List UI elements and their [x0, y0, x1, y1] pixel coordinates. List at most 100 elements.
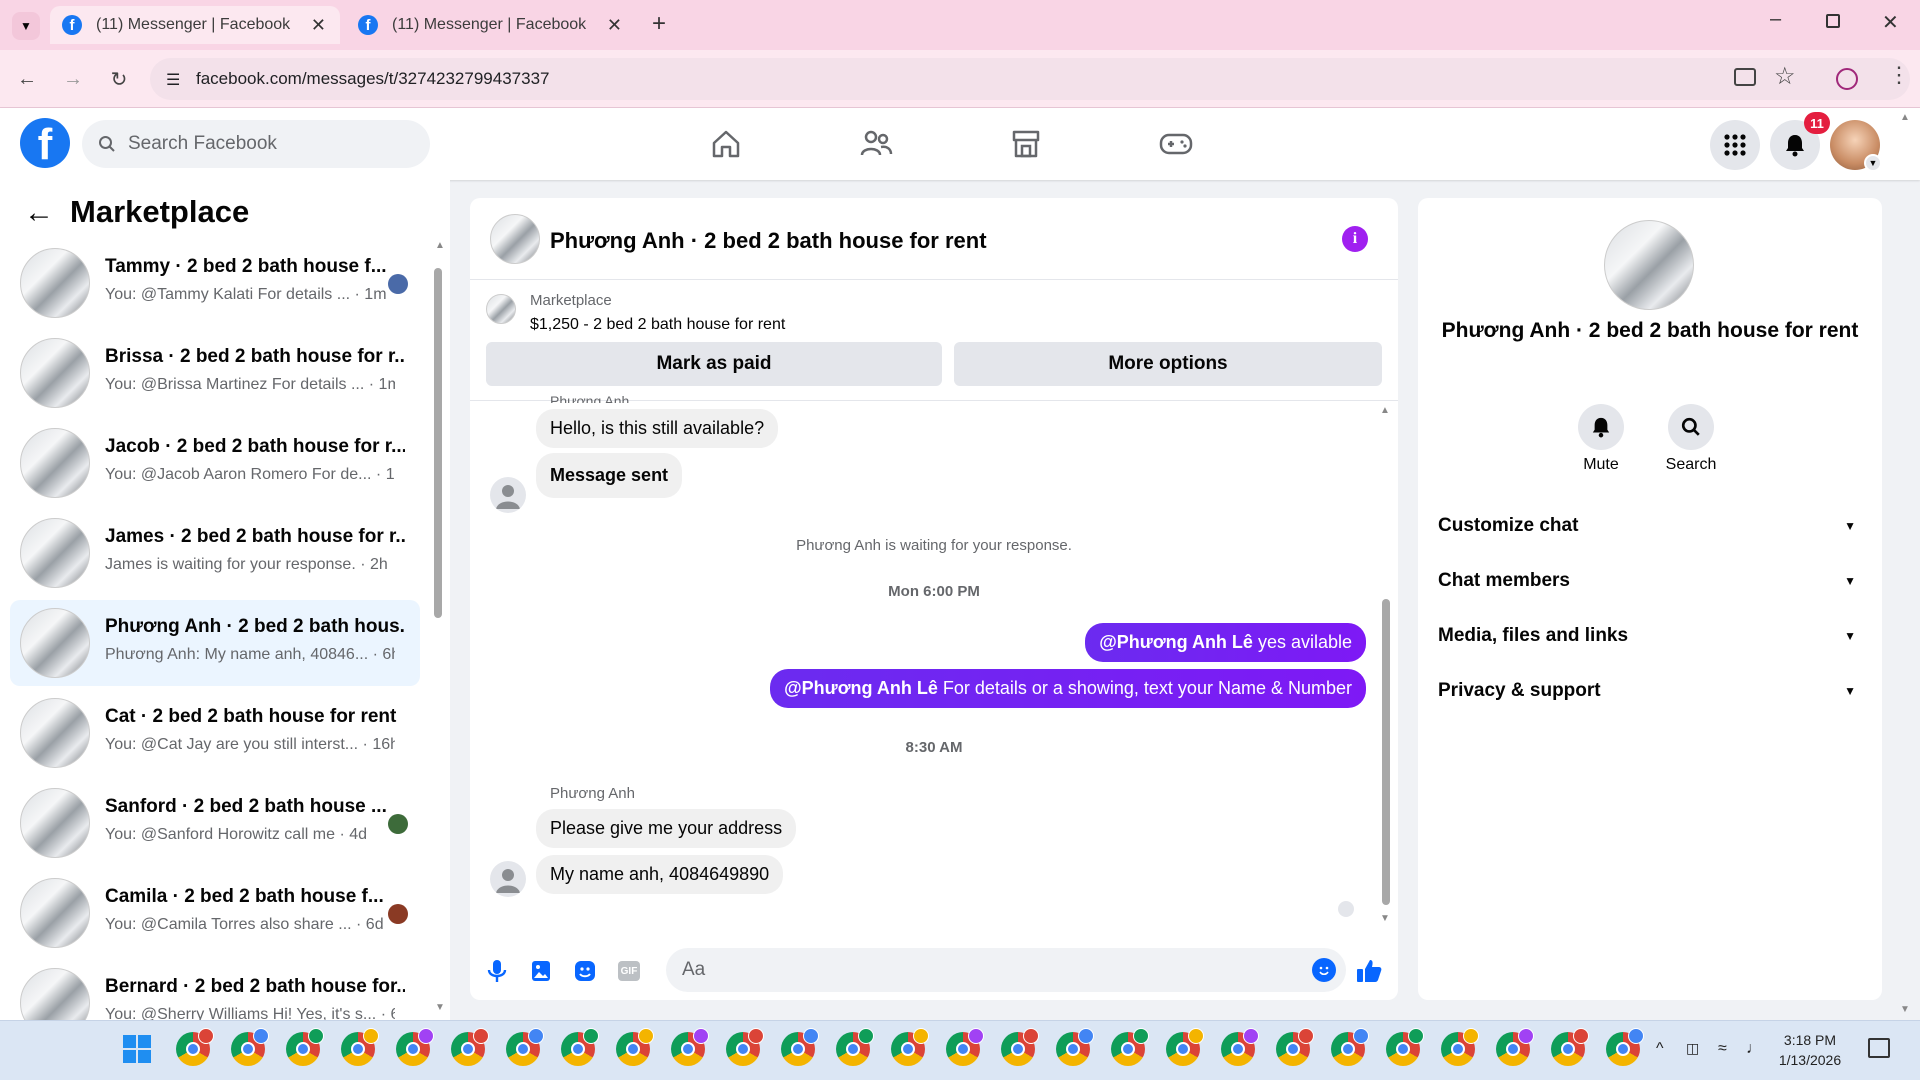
menu-grid-icon[interactable]	[1710, 120, 1760, 170]
close-window-button[interactable]: ✕	[1882, 10, 1899, 35]
mark-as-paid-button[interactable]: Mark as paid	[486, 342, 942, 386]
conversation-item[interactable]: Jacob · 2 bed 2 bath house for r... You: …	[10, 420, 420, 506]
photo-icon[interactable]	[526, 956, 556, 986]
chrome-profile-taskbar-icon[interactable]	[1386, 1028, 1424, 1066]
chrome-profile-taskbar-icon[interactable]	[671, 1028, 709, 1066]
gif-icon[interactable]: GIF	[614, 956, 644, 986]
chat-listing-thumbnail[interactable]	[490, 214, 540, 264]
chrome-profile-taskbar-icon[interactable]	[506, 1028, 544, 1066]
thumbs-up-icon[interactable]	[1354, 956, 1384, 986]
chrome-profile-taskbar-icon[interactable]	[836, 1028, 874, 1066]
chrome-profile-taskbar-icon[interactable]	[396, 1028, 434, 1066]
chrome-profile-taskbar-icon[interactable]	[1111, 1028, 1149, 1066]
marketplace-icon[interactable]	[998, 124, 1054, 164]
site-info-icon[interactable]: ☰	[166, 70, 180, 90]
more-options-button[interactable]: More options	[954, 342, 1382, 386]
profile-icon[interactable]	[1836, 68, 1858, 90]
listing-price[interactable]: $1,250 - 2 bed 2 bath house for rent	[530, 316, 785, 334]
details-listing-thumbnail[interactable]	[1604, 220, 1694, 310]
info-icon[interactable]: i	[1342, 226, 1368, 252]
volume-icon[interactable]: ♩	[1746, 1040, 1762, 1058]
chrome-profile-taskbar-icon[interactable]	[1496, 1028, 1534, 1066]
restore-window-button[interactable]	[1826, 14, 1840, 28]
tray-network-off-icon[interactable]: ◫	[1686, 1040, 1699, 1057]
url-field[interactable]: ☰ facebook.com/messages/t/32742327994373…	[150, 58, 1910, 100]
chrome-profile-taskbar-icon[interactable]	[1606, 1028, 1644, 1066]
incoming-message[interactable]: Message sent	[536, 453, 683, 498]
message-thread-scrollbar[interactable]: ▲ ▼	[1380, 405, 1392, 925]
back-arrow-icon[interactable]: ←	[12, 64, 42, 94]
wifi-icon[interactable]: ≈	[1718, 1040, 1727, 1058]
chrome-profile-taskbar-icon[interactable]	[1166, 1028, 1204, 1066]
chrome-profile-taskbar-icon[interactable]	[561, 1028, 599, 1066]
chrome-profile-taskbar-icon[interactable]	[781, 1028, 819, 1066]
conversation-item[interactable]: Brissa · 2 bed 2 bath house for r... You:…	[10, 330, 420, 416]
emoji-icon[interactable]	[1312, 958, 1336, 982]
conversation-item[interactable]: Tammy · 2 bed 2 bath house f... You: @Tam…	[10, 240, 420, 326]
page-scroll-down-icon[interactable]: ▼	[1900, 1004, 1910, 1015]
home-icon[interactable]	[698, 124, 754, 164]
chrome-profile-taskbar-icon[interactable]	[176, 1028, 214, 1066]
tab-messenger-second[interactable]: f (11) Messenger | Facebook ✕	[346, 6, 636, 44]
section-privacy-support[interactable]: Privacy & support ▼	[1438, 671, 1862, 711]
chrome-profile-taskbar-icon[interactable]	[1001, 1028, 1039, 1066]
notification-center-icon[interactable]	[1868, 1038, 1890, 1058]
reload-icon[interactable]: ↻	[104, 64, 134, 94]
chrome-profile-taskbar-icon[interactable]	[1221, 1028, 1259, 1066]
sender-avatar[interactable]	[490, 861, 526, 897]
incoming-message[interactable]: My name anh, 4084649890	[536, 855, 784, 894]
close-tab-icon[interactable]: ✕	[607, 15, 622, 36]
microphone-icon[interactable]	[482, 956, 512, 986]
outgoing-message[interactable]: @Phương Anh Lê For details or a showing,…	[770, 669, 1366, 708]
chrome-profile-taskbar-icon[interactable]	[1551, 1028, 1589, 1066]
install-app-icon[interactable]	[1734, 68, 1756, 86]
conversation-item[interactable]: Sanford · 2 bed 2 bath house ... You: @Sa…	[10, 780, 420, 866]
taskbar-clock[interactable]: 3:18 PM 1/13/2026	[1770, 1030, 1850, 1070]
mute-bell-icon[interactable]	[1578, 404, 1624, 450]
windows-start-icon[interactable]	[122, 1034, 152, 1064]
minimize-window-button[interactable]: –	[1770, 8, 1781, 31]
conversation-item[interactable]: Cat · 2 bed 2 bath house for rent You: @C…	[10, 690, 420, 776]
forward-arrow-icon[interactable]: →	[58, 64, 88, 94]
sender-avatar[interactable]	[490, 477, 526, 513]
message-input[interactable]: Aa	[666, 948, 1346, 992]
new-tab-button[interactable]: +	[652, 10, 666, 38]
outgoing-message[interactable]: @Phương Anh Lê yes avilable	[1085, 623, 1366, 662]
chrome-profile-taskbar-icon[interactable]	[451, 1028, 489, 1066]
search-chat-icon[interactable]	[1668, 404, 1714, 450]
tray-chevron-up-icon[interactable]: ^	[1656, 1040, 1664, 1058]
chrome-profile-taskbar-icon[interactable]	[1441, 1028, 1479, 1066]
chrome-profile-taskbar-icon[interactable]	[286, 1028, 324, 1066]
mention[interactable]: @Phương Anh Lê	[1099, 632, 1253, 652]
close-tab-icon[interactable]: ✕	[311, 15, 326, 36]
search-facebook-input[interactable]: Search Facebook	[82, 120, 430, 168]
conversation-item[interactable]: Camila · 2 bed 2 bath house f... You: @Ca…	[10, 870, 420, 956]
facebook-logo-icon[interactable]: f	[20, 118, 70, 168]
chrome-profile-taskbar-icon[interactable]	[1056, 1028, 1094, 1066]
chrome-profile-taskbar-icon[interactable]	[1331, 1028, 1369, 1066]
chrome-profile-taskbar-icon[interactable]	[1276, 1028, 1314, 1066]
conversation-item[interactable]: Phương Anh · 2 bed 2 bath hous... Phương …	[10, 600, 420, 686]
page-scroll-up-icon[interactable]: ▲	[1900, 112, 1910, 123]
account-chevron-down-icon[interactable]: ▼	[1864, 154, 1882, 172]
chrome-profile-taskbar-icon[interactable]	[231, 1028, 269, 1066]
section-chat-members[interactable]: Chat members ▼	[1438, 561, 1862, 601]
back-arrow-icon[interactable]: ←	[24, 196, 54, 230]
mention[interactable]: @Phương Anh Lê	[784, 678, 938, 698]
chrome-profile-taskbar-icon[interactable]	[616, 1028, 654, 1066]
incoming-message[interactable]: Please give me your address	[536, 809, 797, 848]
section-customize-chat[interactable]: Customize chat ▼	[1438, 506, 1862, 546]
chrome-profile-taskbar-icon[interactable]	[726, 1028, 764, 1066]
chrome-profile-taskbar-icon[interactable]	[891, 1028, 929, 1066]
tab-search-icon[interactable]: ▼	[12, 12, 40, 40]
chrome-profile-taskbar-icon[interactable]	[946, 1028, 984, 1066]
section-media-files-links[interactable]: Media, files and links ▼	[1438, 616, 1862, 656]
gaming-icon[interactable]	[1148, 124, 1204, 164]
chrome-profile-taskbar-icon[interactable]	[341, 1028, 379, 1066]
sticker-icon[interactable]	[570, 956, 600, 986]
friends-icon[interactable]	[848, 124, 904, 164]
conversation-list-scrollbar[interactable]: ▲ ▼	[432, 240, 445, 1020]
tab-messenger-active[interactable]: f (11) Messenger | Facebook ✕	[50, 6, 340, 44]
incoming-message[interactable]: Hello, is this still available?	[536, 409, 779, 448]
bookmark-star-icon[interactable]: ☆	[1774, 62, 1796, 91]
